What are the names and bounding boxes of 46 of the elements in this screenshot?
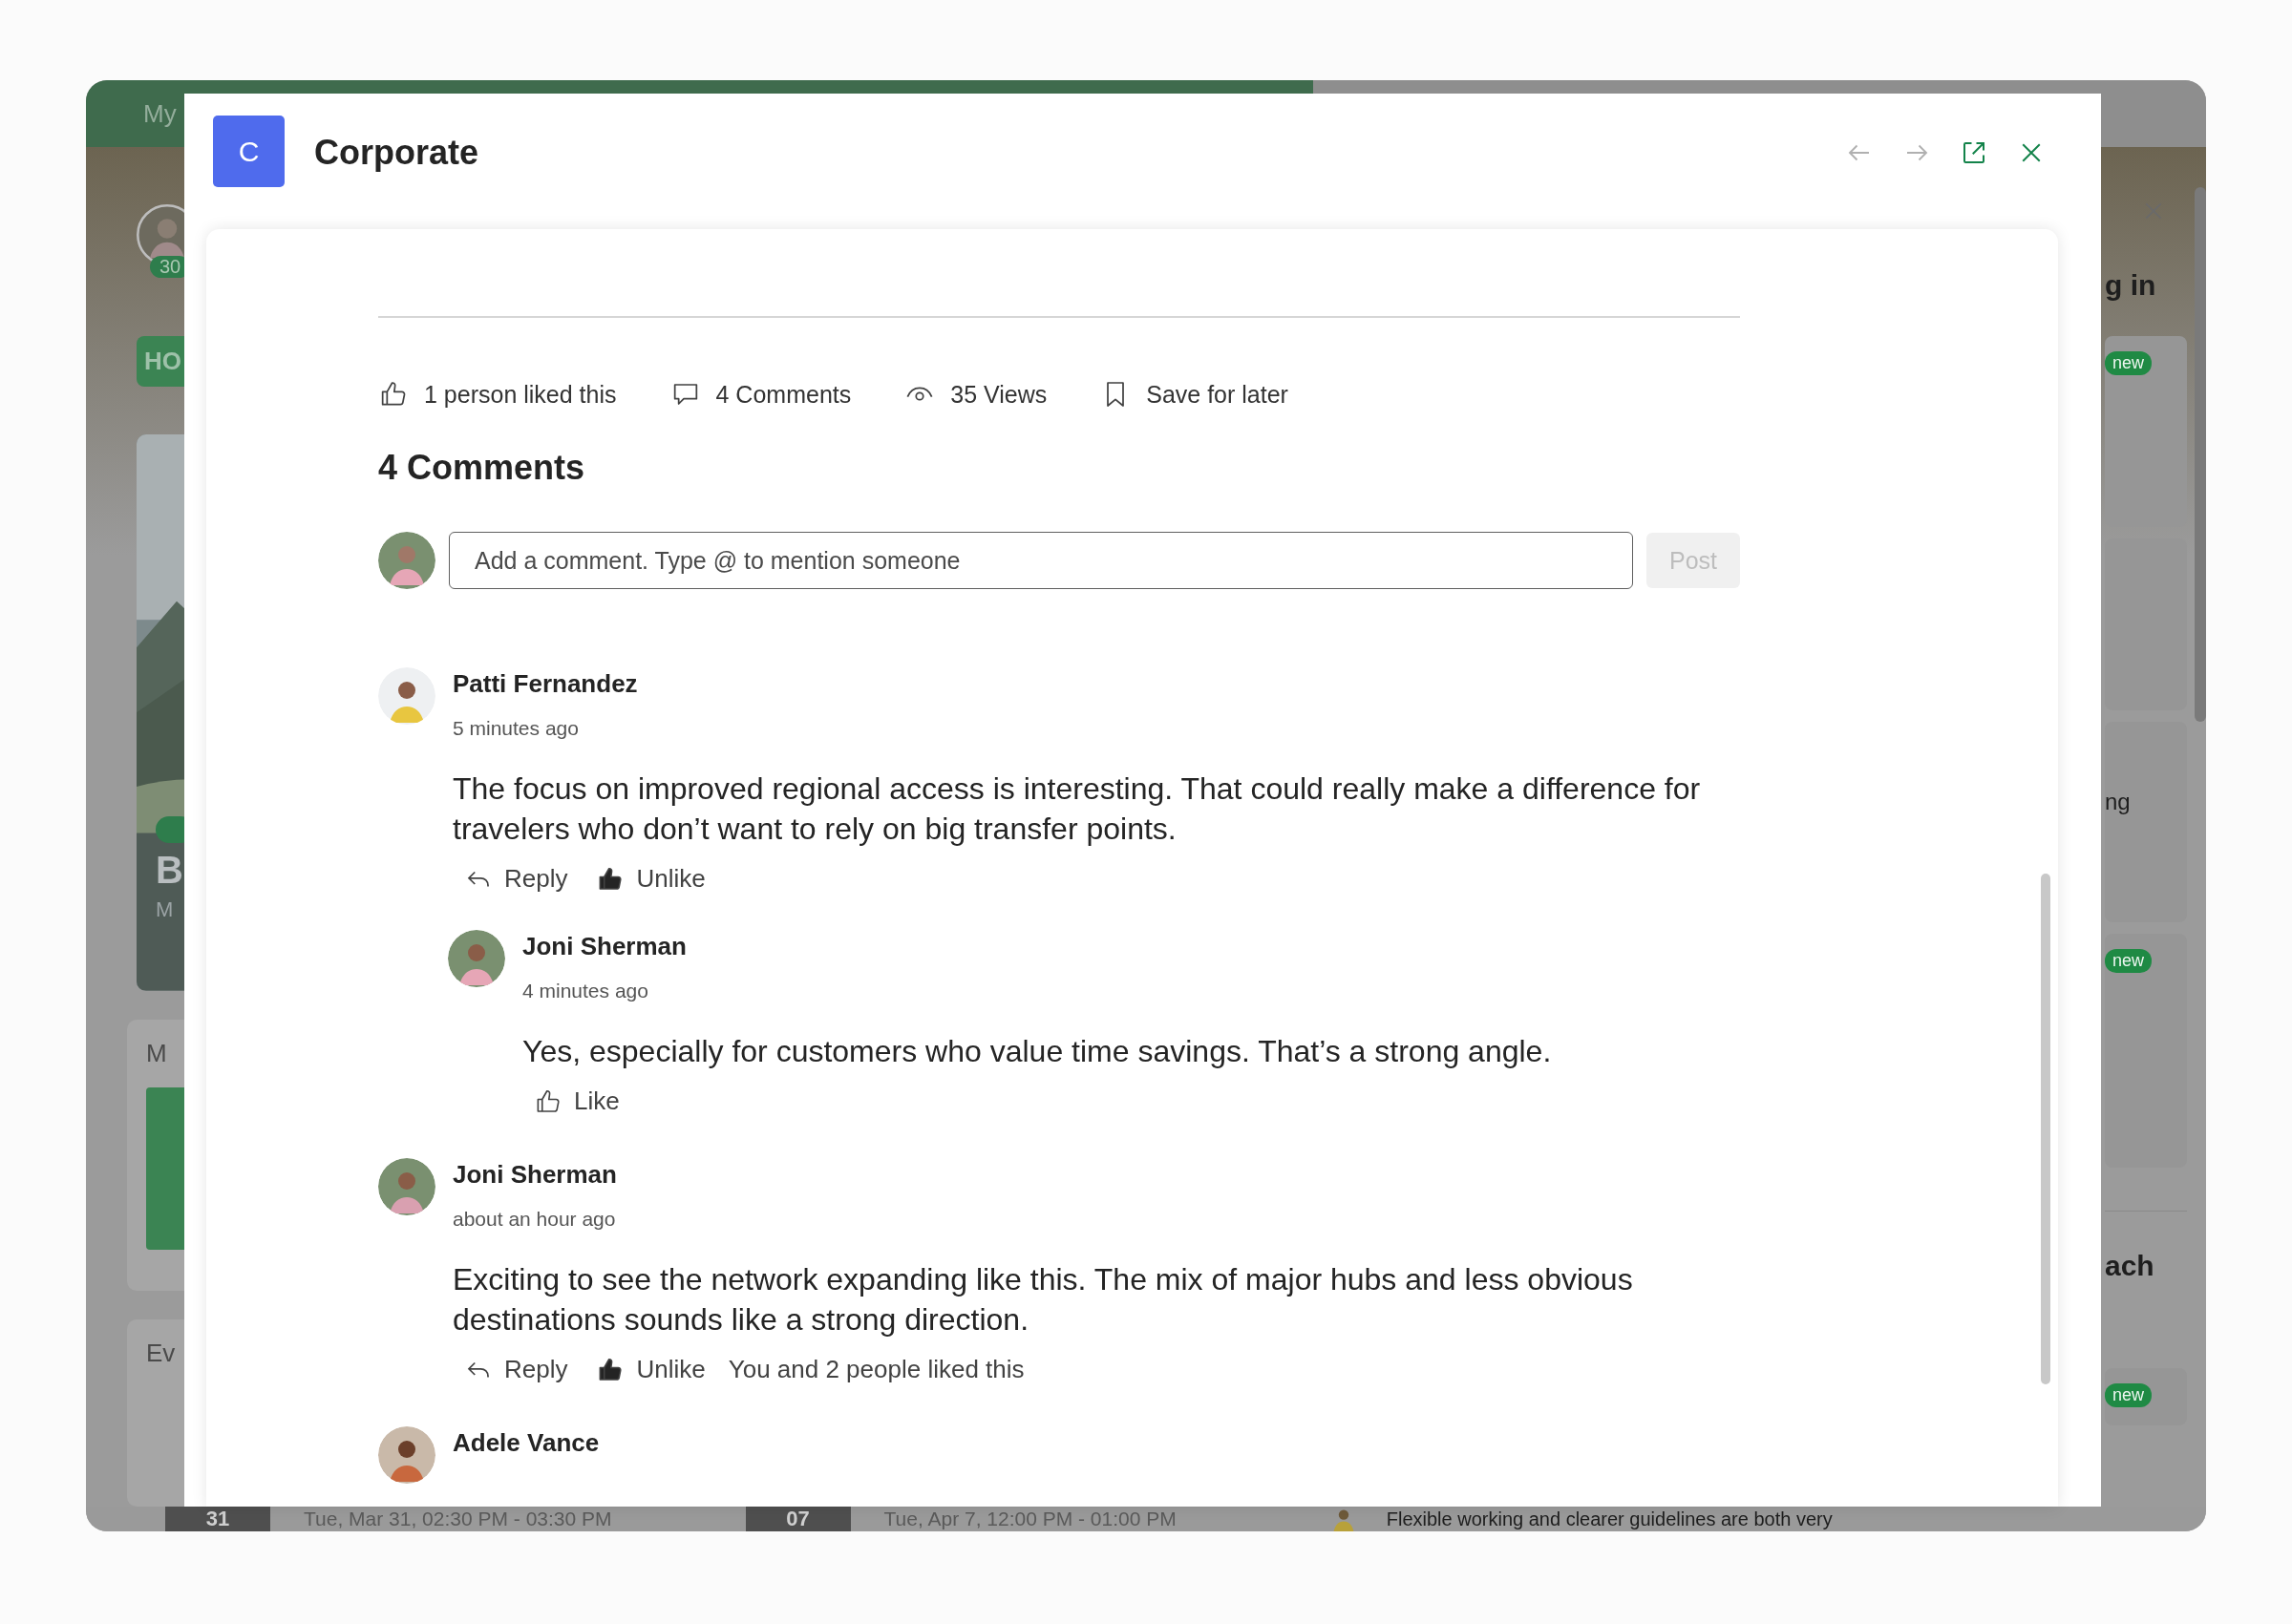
section-title: M [146, 1038, 168, 1068]
avatar [378, 667, 435, 725]
new-badge: new [2105, 351, 2153, 375]
scrollbar[interactable] [2041, 874, 2050, 1384]
author-name[interactable]: Joni Sherman [522, 930, 687, 962]
comment-time: about an hour ago [453, 1208, 616, 1231]
comment-text: Exciting to see the network expanding like this. The mix of major hubs and less obvious destinations sounds like a strong direction. [453, 1261, 1634, 1339]
like-button[interactable]: Like [532, 1083, 622, 1120]
comments-heading: 4 Comments [378, 448, 586, 488]
section-title: Ev [146, 1338, 177, 1368]
author-name[interactable]: Patti Fernandez [453, 667, 638, 700]
new-badge: new [2105, 949, 2153, 973]
stat-label[interactable]: 4 Comments [715, 380, 852, 409]
comment-time: 5 minutes ago [453, 717, 579, 740]
news-title: ng [2105, 789, 2131, 815]
like-summary[interactable]: You and 2 people liked this [728, 1355, 1025, 1384]
section-title: ach [2105, 1250, 2154, 1282]
avatar [378, 1426, 435, 1484]
comment-time: 4 minutes ago [522, 980, 648, 1002]
event-date-tile: 07 [745, 1507, 851, 1531]
comment-text: The focus on improved regional access is interesting. That could really make a difference for travelers who don’t want to rely on big transfer points. [453, 770, 1702, 848]
stat-label[interactable]: Save for later [1146, 380, 1288, 409]
dialog-title: Corporate [314, 133, 479, 173]
author-name[interactable]: Joni Sherman [453, 1158, 617, 1191]
author-name[interactable]: Adele Vance [453, 1426, 600, 1459]
hero-title: B [156, 849, 184, 893]
scrollbar[interactable] [2195, 187, 2206, 722]
reply-button[interactable]: Reply [462, 860, 570, 897]
hero-meta: M [156, 897, 175, 923]
avatar [448, 930, 505, 987]
news-snippet: Flexible working and clearer guidelines are both very [1386, 1508, 1833, 1530]
event-date-tile: 31 [165, 1507, 270, 1531]
like-button[interactable]: Unlike [594, 860, 708, 897]
comment-text: Yes, especially for customers who value time savings. That’s a strong angle. [522, 1033, 1552, 1070]
event-time: Tue, Apr 7, 12:00 PM - 01:00 PM [883, 1508, 1177, 1530]
event-time: Tue, Mar 31, 02:30 PM - 03:30 PM [304, 1508, 612, 1530]
like-button[interactable]: Unlike [594, 1351, 708, 1388]
section-title: g in [2105, 269, 2156, 302]
new-badge: new [2105, 1383, 2153, 1407]
avatar [378, 532, 435, 589]
stat-label[interactable]: 1 person liked this [424, 380, 617, 409]
stat-label[interactable]: 35 Views [950, 380, 1048, 409]
reply-button[interactable]: Reply [462, 1351, 570, 1388]
site-badge: C [213, 116, 285, 187]
comment-input[interactable]: Add a comment. Type @ to mention someone [449, 532, 1633, 589]
avatar [378, 1158, 435, 1215]
